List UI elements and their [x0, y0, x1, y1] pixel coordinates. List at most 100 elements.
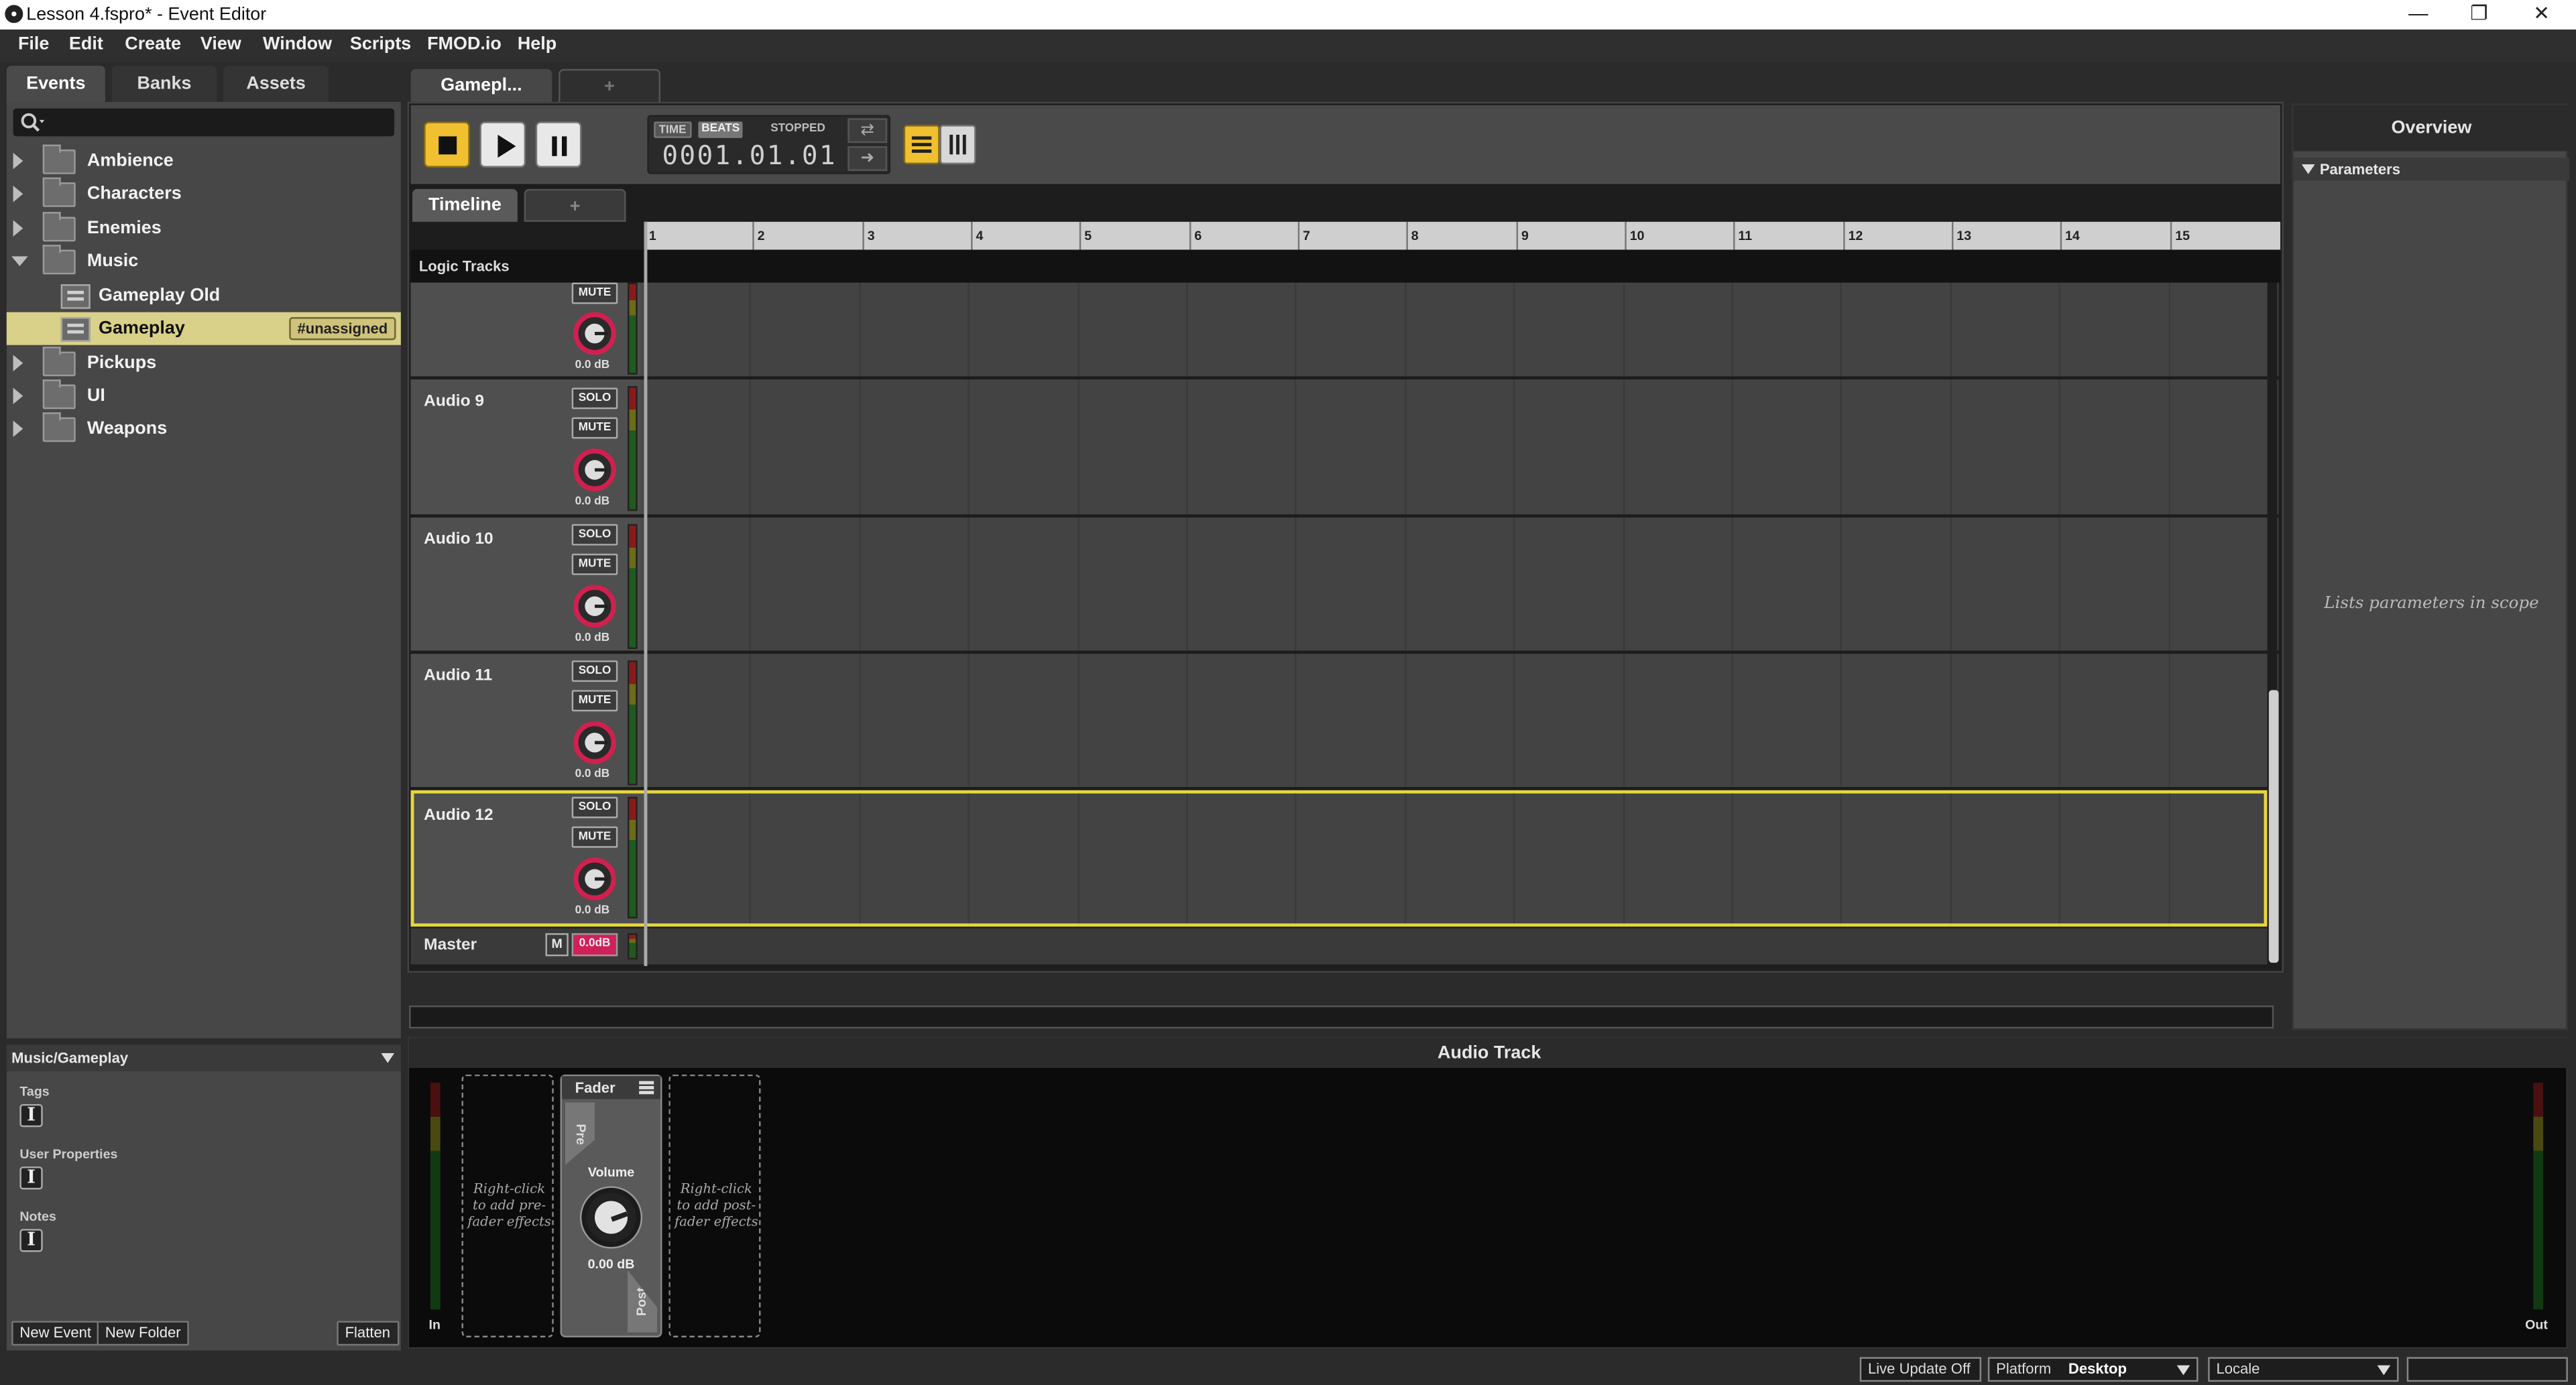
master-volume[interactable]: 0.0dB: [571, 933, 618, 957]
tab-events[interactable]: Events: [6, 66, 105, 102]
new-event-button[interactable]: New Event: [11, 1321, 100, 1346]
expand-arrow-icon[interactable]: [13, 387, 23, 404]
menu-file[interactable]: File: [18, 34, 49, 54]
new-folder-button[interactable]: New Folder: [97, 1321, 189, 1346]
live-update-toggle[interactable]: Live Update Off: [1859, 1357, 1982, 1382]
expand-arrow-icon[interactable]: [13, 220, 23, 237]
mute-button[interactable]: MUTE: [571, 690, 618, 712]
audio-track[interactable]: MUTE 0.0 dB: [410, 282, 2279, 380]
expand-arrow-icon[interactable]: [13, 185, 23, 202]
volume-knob[interactable]: [573, 312, 616, 355]
stop-button[interactable]: [424, 121, 470, 168]
track-lane[interactable]: [644, 379, 2279, 515]
audio-track[interactable]: Audio 10 SOLO MUTE 0.0 dB: [410, 518, 2279, 654]
timeline-ruler[interactable]: 1 2 3 4 5 6 7 8 9 10 11 12 13 14 15: [644, 221, 2281, 250]
playhead[interactable]: [644, 221, 648, 967]
pause-button[interactable]: [535, 121, 582, 168]
unassigned-badge[interactable]: #unassigned: [289, 317, 396, 341]
tree-folder-enemies[interactable]: Enemies: [7, 212, 401, 245]
transport-bar: TIME BEATS STOPPED 0001.01.01 ⇄ ➜: [410, 105, 2281, 184]
track-lane[interactable]: [644, 282, 2279, 377]
follow-icon[interactable]: ➜: [847, 146, 888, 171]
tab-event-gameplay[interactable]: Gamepl...: [410, 68, 552, 104]
audio-track[interactable]: Audio 9 SOLO MUTE 0.0 dB: [410, 379, 2279, 518]
expand-arrow-icon[interactable]: [13, 355, 23, 371]
tab-assets[interactable]: Assets: [223, 66, 329, 102]
tags-edit-button[interactable]: I: [19, 1103, 43, 1128]
platform-select[interactable]: Platform Desktop: [1987, 1357, 2199, 1382]
menu-help[interactable]: Help: [518, 34, 557, 54]
loop-icon[interactable]: ⇄: [847, 118, 888, 143]
flatten-button[interactable]: Flatten: [337, 1321, 399, 1346]
audio-track[interactable]: Audio 11 SOLO MUTE 0.0 dB: [410, 654, 2279, 790]
solo-button[interactable]: SOLO: [571, 796, 618, 819]
tree-folder-music[interactable]: Music: [7, 245, 401, 278]
menu-edit[interactable]: Edit: [69, 34, 103, 54]
tree-folder-characters[interactable]: Characters: [7, 177, 401, 210]
volume-knob[interactable]: [573, 448, 616, 491]
mute-button[interactable]: MUTE: [571, 417, 618, 439]
maximize-button[interactable]: ❐: [2449, 0, 2508, 29]
add-parameter-tab-button[interactable]: +: [524, 188, 626, 222]
post-fader-effects-slot[interactable]: Right-click to add post-fader effects: [668, 1074, 761, 1337]
volume-knob[interactable]: [573, 585, 616, 628]
menu-window[interactable]: Window: [263, 34, 332, 54]
close-button[interactable]: ✕: [2512, 0, 2571, 29]
collapse-arrow-icon[interactable]: [11, 256, 28, 267]
tab-banks[interactable]: Banks: [111, 66, 217, 102]
solo-button[interactable]: SOLO: [571, 387, 618, 410]
locale-select[interactable]: Locale: [2208, 1357, 2399, 1382]
horizontal-scrollbar[interactable]: [409, 1005, 2274, 1029]
search-input[interactable]: [13, 108, 395, 137]
menu-view[interactable]: View: [200, 34, 241, 54]
properties-header[interactable]: Music/Gameplay: [6, 1044, 401, 1071]
track-head[interactable]: Audio 10 SOLO MUTE 0.0 dB: [410, 518, 641, 651]
expand-arrow-icon[interactable]: [13, 420, 23, 437]
track-lane[interactable]: [644, 654, 2279, 787]
track-head[interactable]: Audio 12 SOLO MUTE 0.0 dB: [414, 793, 644, 924]
master-mute-button[interactable]: M: [545, 933, 569, 957]
track-lane[interactable]: [644, 518, 2279, 651]
user-properties-edit-button[interactable]: I: [19, 1166, 43, 1190]
mute-button[interactable]: MUTE: [571, 553, 618, 575]
fader-header[interactable]: Fader: [562, 1076, 661, 1099]
track-head[interactable]: Audio 9 SOLO MUTE 0.0 dB: [410, 379, 641, 515]
notes-edit-button[interactable]: I: [19, 1229, 43, 1252]
minimize-button[interactable]: —: [2389, 0, 2448, 29]
volume-knob[interactable]: [573, 857, 616, 901]
volume-knob[interactable]: [581, 1187, 641, 1248]
time-mode-button[interactable]: TIME: [654, 121, 691, 138]
play-button[interactable]: [479, 121, 526, 168]
menu-scripts[interactable]: Scripts: [350, 34, 411, 54]
expand-arrow-icon[interactable]: [13, 152, 23, 170]
beats-mode-button[interactable]: BEATS: [698, 121, 744, 138]
menu-fmod-io[interactable]: FMOD.io: [427, 34, 502, 54]
tree-folder-ambience[interactable]: Ambience: [7, 144, 401, 178]
track-lane[interactable]: [644, 793, 2279, 924]
tree-event-gameplay-old[interactable]: Gameplay Old: [7, 280, 401, 312]
tree-folder-ui[interactable]: UI: [7, 379, 401, 412]
pre-fader-effects-slot[interactable]: Right-click to add pre-fader effects: [461, 1074, 554, 1337]
add-event-tab-button[interactable]: +: [559, 68, 661, 104]
mixer-view-button[interactable]: [939, 125, 976, 165]
fader-effect[interactable]: Fader Pre Volume 0.00 dB Post: [560, 1074, 662, 1337]
audio-track-selected[interactable]: Audio 12 SOLO MUTE 0.0 dB: [410, 790, 2279, 927]
mute-button[interactable]: MUTE: [571, 826, 618, 848]
solo-button[interactable]: SOLO: [571, 660, 618, 682]
tree-event-gameplay[interactable]: Gameplay #unassigned: [6, 312, 401, 345]
volume-knob[interactable]: [573, 721, 616, 764]
master-track[interactable]: Master M 0.0dB: [410, 928, 2268, 965]
menu-create[interactable]: Create: [125, 34, 181, 54]
menu-icon[interactable]: [639, 1081, 654, 1085]
tab-timeline[interactable]: Timeline: [412, 188, 518, 222]
mute-button[interactable]: MUTE: [571, 282, 618, 304]
track-head[interactable]: Audio 11 SOLO MUTE 0.0 dB: [410, 654, 641, 787]
dropdown-arrow-icon[interactable]: [381, 1052, 395, 1063]
tree-folder-weapons[interactable]: Weapons: [7, 412, 401, 445]
tracks-view-button[interactable]: [903, 125, 940, 165]
tree-folder-pickups[interactable]: Pickups: [7, 347, 401, 379]
vertical-scrollbar[interactable]: [2268, 690, 2279, 963]
track-head[interactable]: MUTE 0.0 dB: [410, 282, 641, 377]
parameters-section-header[interactable]: Parameters: [2293, 158, 2570, 181]
solo-button[interactable]: SOLO: [571, 524, 618, 546]
